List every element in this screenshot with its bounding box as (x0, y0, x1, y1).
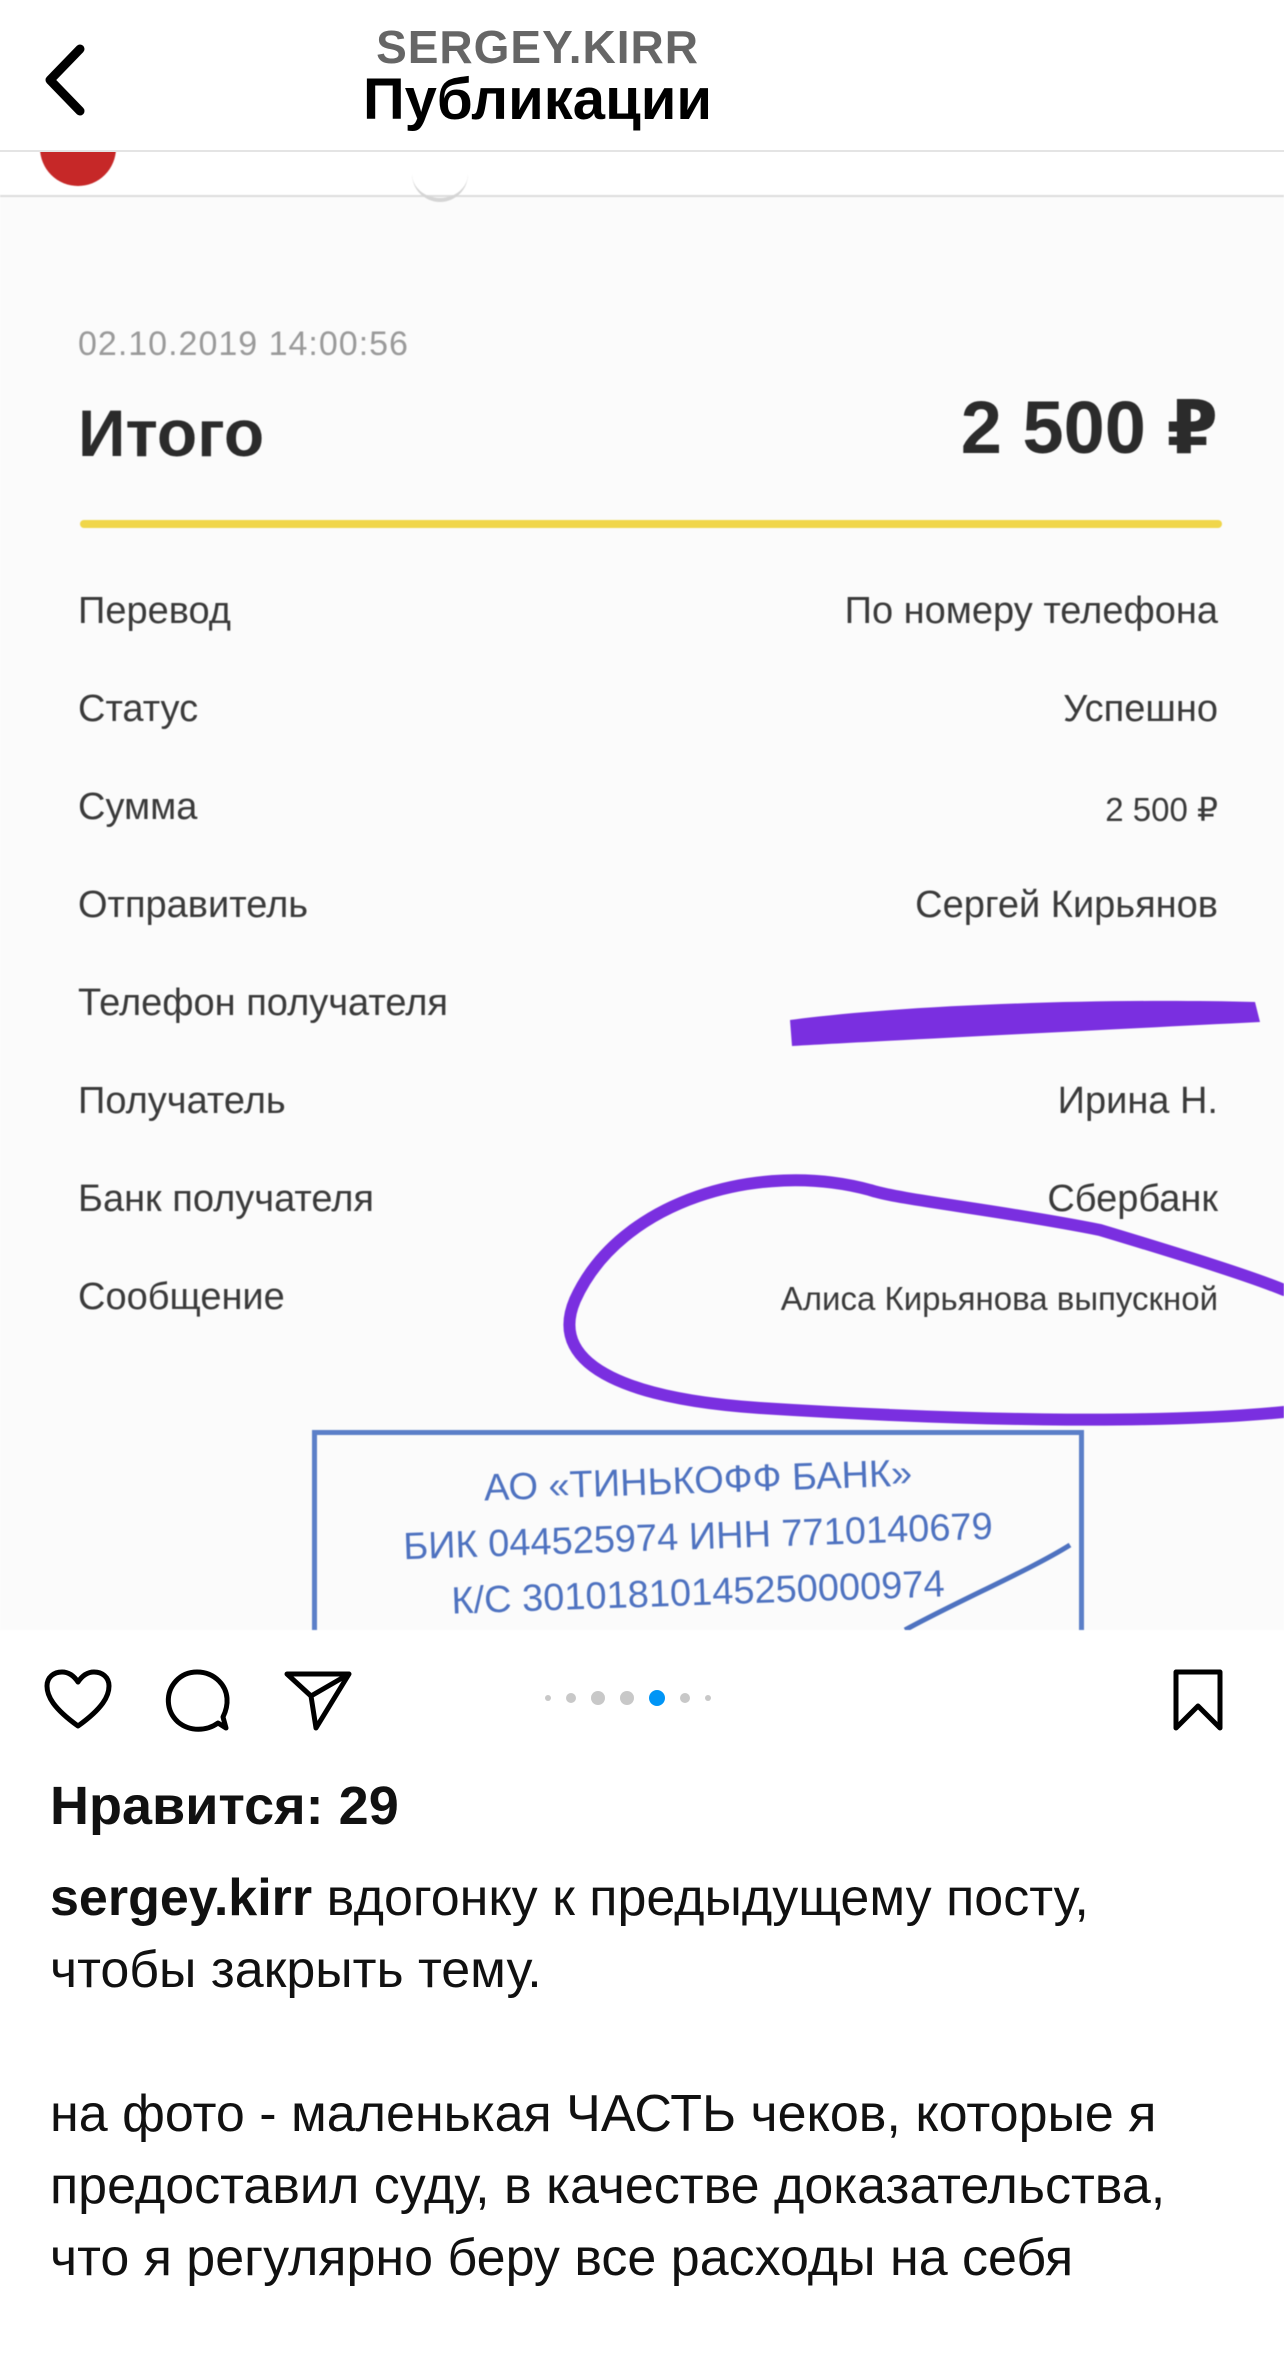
receipt-row-amount: Сумма 2 500 ₽ (78, 786, 1218, 846)
previous-card-edge (0, 150, 1284, 202)
bookmark-icon (1173, 1669, 1223, 1731)
receipt-row-value: Ирина Н. (1057, 1080, 1218, 1122)
carousel-dot (545, 1695, 551, 1701)
receipt-row-value: Успешно (1063, 688, 1218, 730)
caption-username[interactable]: sergey.kirr (50, 1869, 312, 1927)
receipt-row-value: Сбербанк (1047, 1178, 1218, 1220)
receipt-row-recipient-bank: Банк получателя Сбербанк (78, 1178, 1218, 1238)
carousel-dot (591, 1691, 605, 1705)
page-title: Публикации (362, 67, 713, 132)
carousel-dot-active (649, 1690, 665, 1706)
receipt-divider (80, 520, 1222, 528)
receipt-row-label: Банк получателя (78, 1178, 374, 1220)
receipt-row-value: 2 500 ₽ (1105, 791, 1218, 828)
post-image[interactable]: 02.10.2019 14:00:56 Итого 2 500 ₽ Перево… (0, 150, 1284, 1630)
send-icon (284, 1671, 352, 1731)
receipt-row-value: Алиса Кирьянова выпускной (780, 1280, 1218, 1317)
loader-edge (412, 170, 468, 202)
receipt-row-status: Статус Успешно (78, 688, 1218, 748)
carousel-dot (620, 1691, 634, 1705)
avatar-edge (40, 150, 116, 186)
likes-count[interactable]: Нравится: 29 (50, 1775, 399, 1837)
caption-text: на фото - маленькая ЧАСТЬ чеков, которые… (50, 2085, 1166, 2287)
comment-icon (165, 1669, 230, 1732)
carousel-dot (680, 1693, 690, 1703)
receipt-row-label: Отправитель (78, 884, 309, 926)
share-button[interactable] (278, 1660, 358, 1740)
receipt-date: 02.10.2019 14:00:56 (78, 325, 409, 363)
receipt-row-transfer: Перевод По номеру телефона (78, 590, 1218, 650)
heart-icon (44, 1669, 112, 1729)
top-nav-bar: SERGEY.KIRR Публикации (0, 0, 1284, 152)
receipt-row-label: Сумма (78, 786, 198, 828)
receipt-total-label: Итого (78, 396, 265, 470)
receipt-row-value: Сергей Кирьянов (915, 884, 1218, 926)
carousel-indicator (545, 1690, 711, 1706)
receipt-row-label: Телефон получателя (78, 982, 448, 1024)
carousel-dot (705, 1695, 711, 1701)
post-caption: sergey.kirr вдогонку к предыдущему посту… (50, 1862, 1240, 2294)
receipt-row-value: По номеру телефона (844, 590, 1218, 632)
post-action-bar (0, 1630, 1284, 1770)
comment-button[interactable] (158, 1660, 238, 1740)
receipt-row-label: Статус (78, 688, 199, 730)
bank-stamp: АО «ТИНЬКОФФ БАНК» БИК 044525974 ИНН 771… (312, 1430, 1084, 1630)
receipt-row-message: Сообщение Алиса Кирьянова выпускной (78, 1276, 1218, 1336)
receipt-total-value: 2 500 ₽ (960, 386, 1218, 469)
receipt-row-label: Получатель (78, 1080, 286, 1122)
receipt-row-recipient: Получатель Ирина Н. (78, 1080, 1218, 1140)
like-button[interactable] (38, 1660, 118, 1740)
save-button[interactable] (1158, 1660, 1238, 1740)
receipt-row-sender: Отправитель Сергей Кирьянов (78, 884, 1218, 944)
receipt-row-recipient-phone: Телефон получателя (78, 982, 1218, 1042)
receipt-row-label: Сообщение (78, 1276, 285, 1318)
carousel-dot (566, 1693, 576, 1703)
receipt-row-label: Перевод (78, 590, 231, 632)
